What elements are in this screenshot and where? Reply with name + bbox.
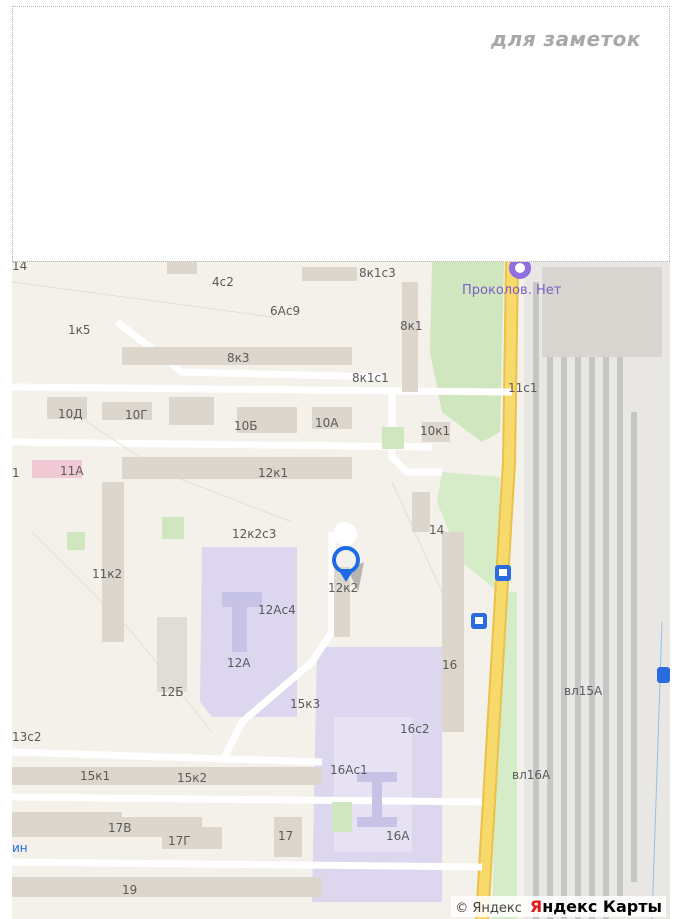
address-label: 16с2	[400, 722, 430, 736]
address-label: 12к2с3	[232, 527, 276, 541]
address-label: 19	[122, 883, 137, 897]
brand-logo[interactable]: Яндекс Карты	[530, 897, 662, 916]
address-label: 10Б	[234, 419, 258, 433]
address-label: вл16А	[512, 768, 551, 782]
notes-label: для заметок	[490, 27, 641, 51]
address-label: 8к1	[400, 319, 423, 333]
address-label: 10А	[315, 416, 339, 430]
address-label: ин	[12, 841, 28, 855]
bus-stop-icon[interactable]	[495, 565, 511, 581]
address-label: 16А	[386, 829, 410, 843]
address-label: 8к3	[227, 351, 250, 365]
address-label: 10Г	[125, 408, 148, 422]
address-label: 12к1	[258, 466, 288, 480]
address-label: 17Г	[168, 834, 191, 848]
address-label: 12Ас4	[258, 603, 296, 617]
address-label: 12Б	[160, 685, 184, 699]
address-label: 12к2	[328, 581, 358, 595]
address-label: 16Ас1	[330, 763, 368, 777]
map-canvas[interactable]: 8к1с3 14 4с2 6Ас9 1к5 8к1 8к3 8к1с1 11с1…	[12, 262, 670, 919]
address-label: 12А	[227, 656, 251, 670]
rail-yard	[524, 262, 670, 919]
poi-label: Проколов. Нет	[462, 283, 562, 298]
address-label: 8к1с1	[352, 371, 389, 385]
address-label: 15к1	[80, 769, 110, 783]
address-label: 4с2	[212, 275, 234, 289]
map-view[interactable]: 8к1с3 14 4с2 6Ас9 1к5 8к1 8к3 8к1с1 11с1…	[12, 261, 670, 919]
address-label: 11к2	[92, 567, 122, 581]
map-attribution[interactable]: © Яндекс Яндекс Карты	[451, 896, 666, 917]
address-label: 10к1	[420, 424, 450, 438]
bus-stop-icon[interactable]	[471, 613, 487, 629]
address-label: 15к2	[177, 771, 207, 785]
address-label: 14	[12, 262, 27, 273]
address-label: 16	[442, 658, 457, 672]
notes-area[interactable]: для заметок	[12, 6, 670, 261]
address-label: вл15А	[564, 684, 603, 698]
address-label: 10Д	[58, 407, 83, 421]
address-label: 1	[12, 466, 20, 480]
address-label: 6Ас9	[270, 304, 300, 318]
address-label: 15к3	[290, 697, 320, 711]
bus-stop-icon[interactable]	[657, 667, 670, 683]
address-label: 8к1с3	[359, 266, 396, 280]
copyright-text: © Яндекс	[455, 901, 522, 916]
address-label: 17В	[108, 821, 132, 835]
address-label: 1к5	[68, 323, 91, 337]
address-label: 11А	[60, 464, 84, 478]
address-label: 17	[278, 829, 293, 843]
address-label: 11с1	[508, 381, 538, 395]
address-label: 14	[429, 523, 444, 537]
address-label: 13с2	[12, 730, 42, 744]
